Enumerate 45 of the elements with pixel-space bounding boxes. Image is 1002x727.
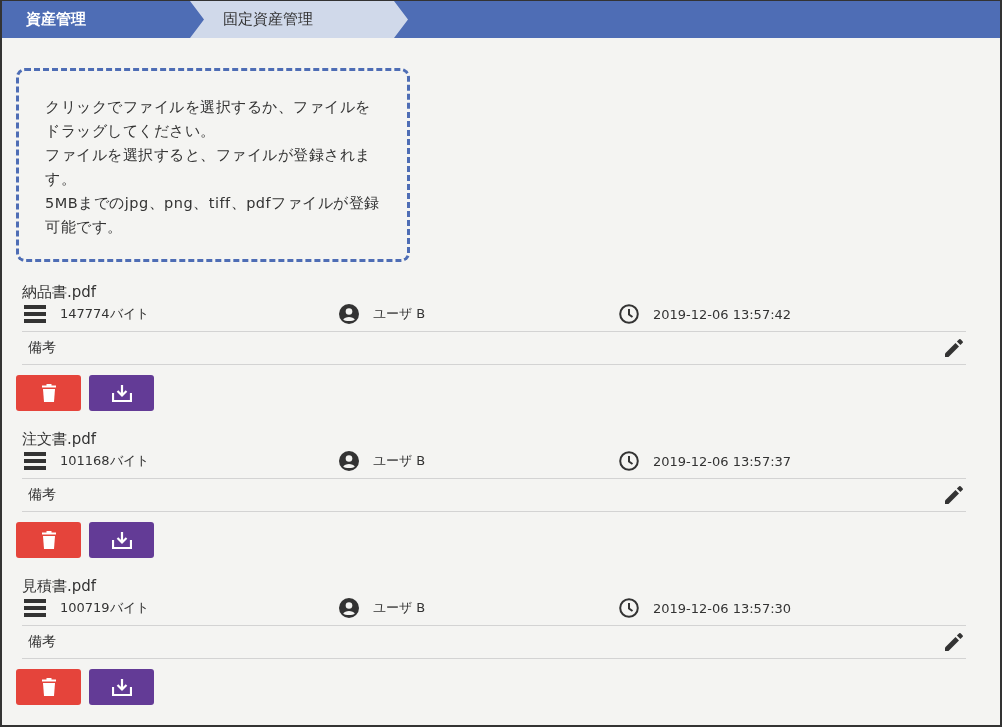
storage-icon xyxy=(24,599,46,617)
download-icon xyxy=(111,531,132,549)
pencil-icon[interactable] xyxy=(944,338,964,358)
pencil-icon[interactable] xyxy=(944,632,964,652)
user-name: ユーザ B xyxy=(373,599,426,617)
remark-label: 備考 xyxy=(28,339,56,357)
storage-icon xyxy=(24,305,46,323)
pencil-icon[interactable] xyxy=(944,485,964,505)
clock-icon xyxy=(619,304,639,324)
file-name: 注文書.pdf xyxy=(21,429,97,449)
user-name: ユーザ B xyxy=(373,305,426,323)
download-icon xyxy=(111,384,132,402)
remark-label: 備考 xyxy=(28,633,56,651)
instruction-text: ファイルを選択すると、ファイルが登録されます。 xyxy=(45,146,372,189)
file-size: 147774バイト xyxy=(60,305,149,323)
delete-button[interactable] xyxy=(16,669,81,705)
delete-button[interactable] xyxy=(16,522,81,558)
download-button[interactable] xyxy=(89,375,154,411)
instruction-text: 5MBまでのjpg、png、tiff、pdfファイルが登録可能です。 xyxy=(45,194,381,237)
file-name: 見積書.pdf xyxy=(21,576,97,596)
download-icon xyxy=(111,678,132,696)
file-size: 101168バイト xyxy=(60,452,149,470)
breadcrumb-item[interactable]: 固定資産管理 xyxy=(190,1,408,38)
file-name: 納品書.pdf xyxy=(21,282,97,302)
file-size: 100719バイト xyxy=(60,599,149,617)
remark-label: 備考 xyxy=(28,486,56,504)
trash-icon xyxy=(41,384,56,402)
user-icon xyxy=(339,304,359,324)
timestamp: 2019-12-06 13:57:42 xyxy=(653,306,792,322)
timestamp: 2019-12-06 13:57:37 xyxy=(653,453,792,469)
delete-button[interactable] xyxy=(16,375,81,411)
download-button[interactable] xyxy=(89,522,154,558)
timestamp: 2019-12-06 13:57:30 xyxy=(653,600,792,616)
user-icon xyxy=(339,598,359,618)
trash-icon xyxy=(41,678,56,696)
file-drop-zone[interactable]: クリックでファイルを選択するか、ファイルをドラッグしてください。 ファイルを選択すると、ファイルが登録されます。 5MBまでのjpg、png、tiff、pdfファイルが登録可能です。 xyxy=(16,68,410,262)
storage-icon xyxy=(24,452,46,470)
trash-icon xyxy=(41,531,56,549)
user-name: ユーザ B xyxy=(373,452,426,470)
breadcrumb-item[interactable]: 資産管理 xyxy=(2,1,162,38)
download-button[interactable] xyxy=(89,669,154,705)
clock-icon xyxy=(619,451,639,471)
instruction-text: クリックでファイルを選択するか、ファイルをドラッグしてください。 xyxy=(45,98,372,141)
clock-icon xyxy=(619,598,639,618)
user-icon xyxy=(339,451,359,471)
